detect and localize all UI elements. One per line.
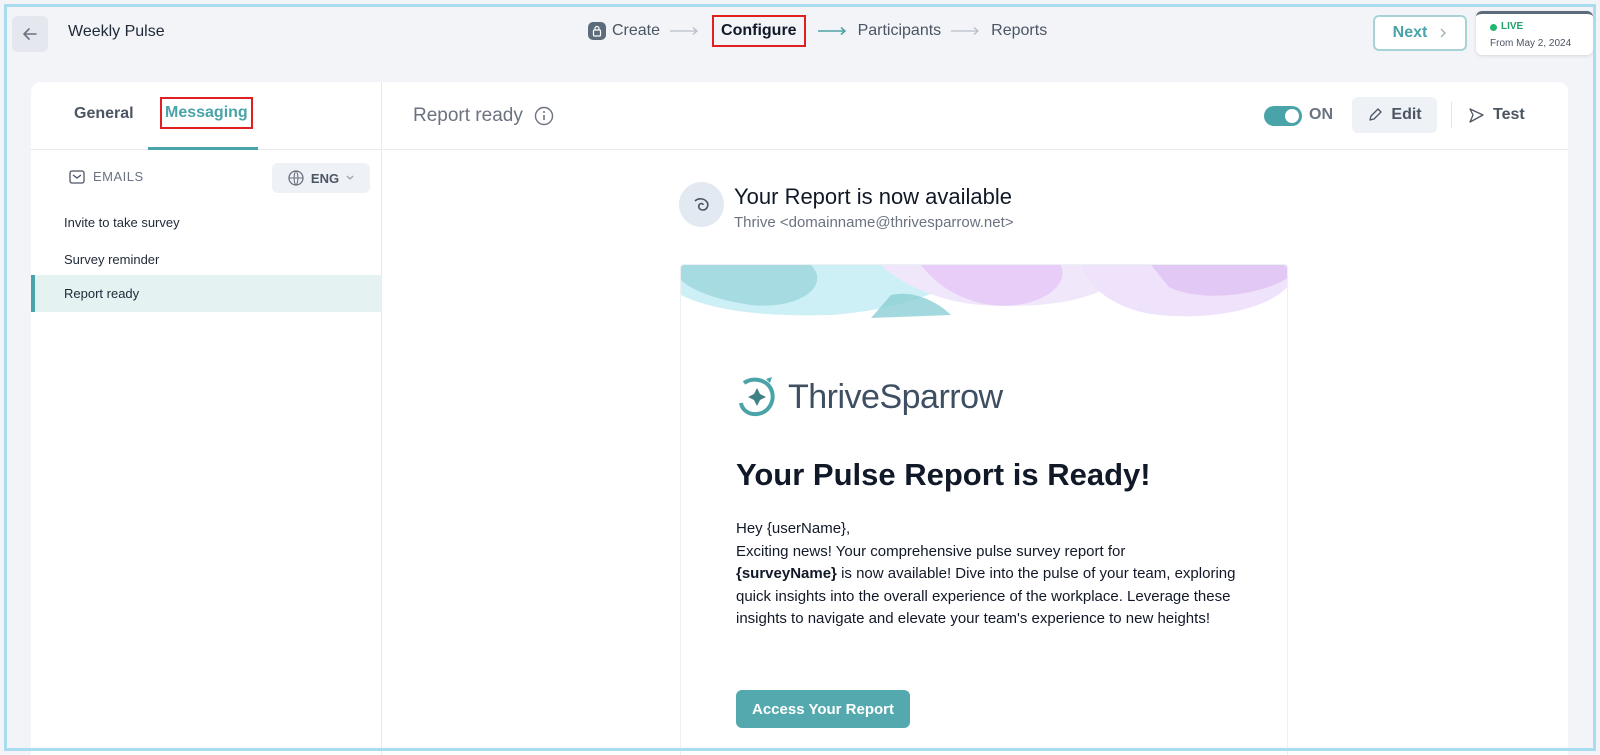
step-configure[interactable]: Configure xyxy=(712,15,806,47)
globe-icon xyxy=(288,170,304,186)
status-date: From May 2, 2024 xyxy=(1490,38,1572,49)
avatar xyxy=(679,182,724,227)
thrivesparrow-logo-icon xyxy=(739,377,775,417)
edit-button[interactable]: Edit xyxy=(1352,97,1437,133)
language-value: ENG xyxy=(310,170,340,186)
enable-toggle[interactable] xyxy=(1264,106,1302,126)
email-toolbar: Report ready ON Edit Test xyxy=(383,82,1568,150)
email-sender: Thrive <domainname@thrivesparrow.net> xyxy=(734,214,1014,231)
right-panel: Report ready ON Edit Test Your Report is… xyxy=(383,82,1568,755)
main-card: General Messaging EMAILS ENG Invite to t… xyxy=(31,82,1568,755)
test-button-label: Test xyxy=(1493,106,1525,123)
email-item-reminder[interactable]: Survey reminder xyxy=(31,241,382,278)
status-label: LIVE xyxy=(1501,21,1524,32)
send-icon xyxy=(1469,107,1484,123)
email-body-line1: Exciting news! Your comprehensive pulse … xyxy=(736,542,1126,560)
mail-icon xyxy=(69,169,85,184)
toggle-label: ON xyxy=(1309,106,1333,123)
step-configure-label: Configure xyxy=(721,22,797,39)
test-button[interactable]: Test xyxy=(1468,97,1525,133)
tab-messaging[interactable]: Messaging xyxy=(160,97,253,129)
tab-general[interactable]: General xyxy=(74,105,134,123)
step-participants-label: Participants xyxy=(857,22,942,39)
email-preview: ThriveSparrow Your Pulse Report is Ready… xyxy=(680,264,1288,755)
email-banner xyxy=(681,265,1287,320)
language-select[interactable]: ENG xyxy=(272,163,370,193)
brand-logo: ThriveSparrow xyxy=(736,375,1003,419)
email-subject: Your Report is now available xyxy=(734,184,1013,209)
email-item-report-ready[interactable]: Report ready xyxy=(31,275,382,312)
emails-heading: EMAILS xyxy=(69,169,144,184)
email-headline: Your Pulse Report is Ready! xyxy=(736,457,1151,492)
chevron-down-icon xyxy=(346,175,354,180)
top-bar: Weekly Pulse Create Configure Participan… xyxy=(0,0,1600,66)
brand-name: ThriveSparrow xyxy=(788,377,1003,416)
next-button-label: Next xyxy=(1392,24,1428,41)
tab-bar: General Messaging xyxy=(31,82,382,150)
emails-heading-label: EMAILS xyxy=(93,169,144,184)
left-panel: General Messaging EMAILS ENG Invite to t… xyxy=(31,82,382,755)
step-reports-label: Reports xyxy=(991,22,1048,39)
email-title: Report ready xyxy=(413,105,523,126)
email-item-invite[interactable]: Invite to take survey xyxy=(31,204,382,241)
chevron-right-icon xyxy=(1440,28,1447,38)
step-reports[interactable]: Reports xyxy=(991,22,1047,40)
toggle-knob xyxy=(1285,109,1299,123)
toolbar-divider xyxy=(1451,102,1452,128)
arrow-right-icon xyxy=(817,26,846,36)
edit-button-label: Edit xyxy=(1391,106,1422,123)
page-title: Weekly Pulse xyxy=(68,23,165,40)
info-icon[interactable] xyxy=(534,106,554,126)
live-dot-icon xyxy=(1490,24,1497,31)
step-participants[interactable]: Participants xyxy=(858,22,942,40)
arrow-right-icon xyxy=(670,27,699,35)
lock-icon xyxy=(588,22,606,40)
arrow-right-icon xyxy=(951,27,980,35)
next-button[interactable]: Next xyxy=(1373,15,1467,51)
sparrow-logo-icon xyxy=(693,197,709,211)
pencil-icon xyxy=(1369,108,1383,121)
active-tab-indicator xyxy=(148,147,258,150)
step-create[interactable]: Create xyxy=(588,22,660,40)
status-badge: LIVE From May 2, 2024 xyxy=(1476,11,1593,55)
access-report-button[interactable]: Access Your Report xyxy=(736,690,910,728)
email-body: Hey {userName}, Exciting news! Your comp… xyxy=(736,518,1236,631)
step-create-label: Create xyxy=(612,22,661,39)
arrow-left-icon xyxy=(23,28,37,40)
stepper: Create Configure Participants Reports xyxy=(588,14,1047,48)
email-greeting: Hey {userName}, xyxy=(736,520,851,537)
survey-name-variable: {surveyName} xyxy=(736,565,837,583)
back-button[interactable] xyxy=(12,16,48,52)
